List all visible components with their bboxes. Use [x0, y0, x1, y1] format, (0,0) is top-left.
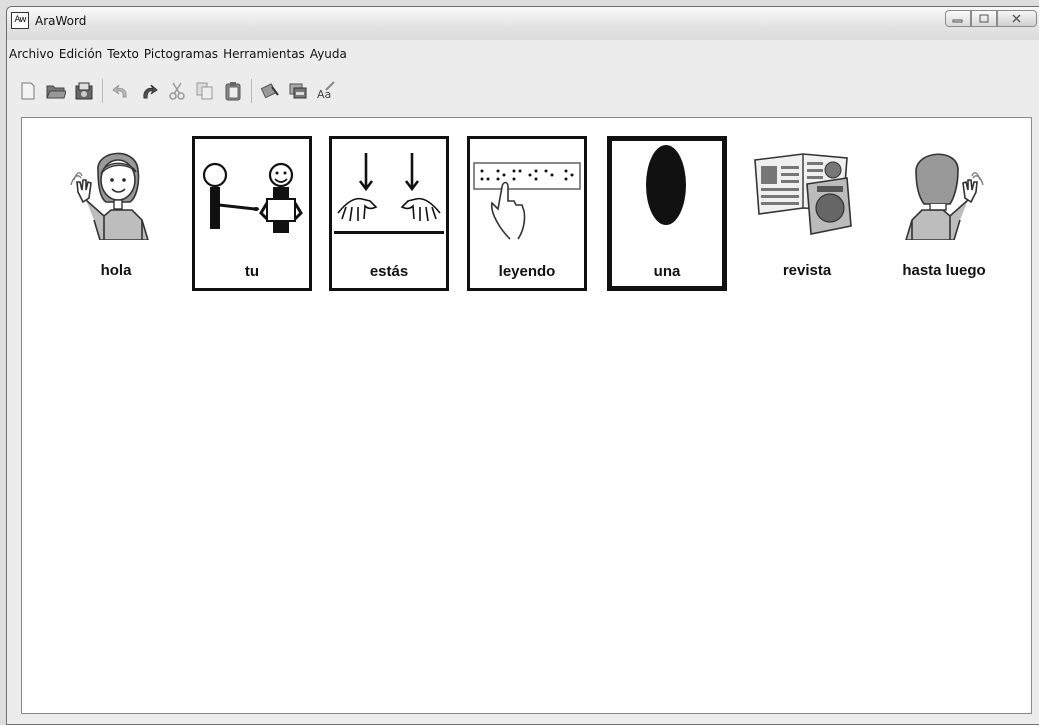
magazine-icon — [754, 153, 852, 235]
hands-down-icon — [334, 153, 444, 234]
close-button[interactable] — [997, 10, 1037, 27]
copy-icon — [196, 82, 213, 100]
save-icon — [75, 82, 93, 100]
pictogram-revista[interactable]: revista — [747, 136, 867, 291]
pictogram-label: hasta luego — [902, 262, 986, 279]
pictogram-hasta-luego[interactable]: hasta luego — [884, 136, 1004, 291]
number-one-icon — [646, 145, 686, 225]
title-bar[interactable]: Aw AraWord — [7, 7, 1039, 40]
menu-pictogramas[interactable]: Pictogramas — [142, 45, 221, 63]
waving-girl-icon — [70, 152, 149, 240]
waving-goodbye-icon — [905, 153, 984, 240]
pictogram-leyendo[interactable]: leyendo — [467, 136, 587, 291]
window-title: AraWord — [35, 14, 87, 28]
new-document-button[interactable] — [17, 80, 39, 102]
menu-ayuda[interactable]: Ayuda — [308, 45, 350, 63]
open-button[interactable] — [45, 80, 67, 102]
app-window: Aw AraWord Archivo Edición Texto Pictogr… — [6, 6, 1039, 725]
pictogram-label: revista — [782, 262, 832, 279]
undo-icon — [112, 84, 127, 98]
braille-reading-icon — [473, 162, 581, 240]
svg-text:Aa: Aa — [317, 88, 331, 101]
open-folder-icon — [46, 85, 66, 99]
minimize-button[interactable] — [945, 10, 971, 27]
save-button[interactable] — [73, 80, 95, 102]
pictogram-tu[interactable]: tu — [192, 136, 312, 291]
menu-texto[interactable]: Texto — [105, 45, 142, 63]
toolbar-separator — [251, 79, 252, 103]
cut-button[interactable] — [166, 80, 188, 102]
pictogram-estas[interactable]: estás — [329, 136, 449, 291]
pictogram-una[interactable]: una — [607, 136, 727, 291]
pictogram-label: una — [653, 263, 681, 280]
pictogram-label: estás — [369, 263, 409, 280]
app-logo-icon: Aw — [11, 12, 29, 29]
pictogram-icon — [260, 83, 279, 99]
text-format-icon: Aa — [317, 81, 335, 101]
pictogram-label: hola — [100, 262, 132, 279]
redo-icon — [143, 84, 158, 99]
pictogram-hola[interactable]: hola — [56, 136, 176, 291]
document-area[interactable]: hola tu estás leyendo una revista hasta … — [21, 117, 1032, 714]
menu-edicion[interactable]: Edición — [57, 45, 105, 63]
pictogram-button[interactable] — [259, 80, 281, 102]
pointing-person-icon — [202, 162, 303, 233]
minimize-icon — [952, 19, 963, 22]
window-controls — [945, 10, 1037, 30]
menu-bar: Archivo Edición Texto Pictogramas Herram… — [7, 45, 1039, 63]
pictogram-label: leyendo — [498, 263, 556, 280]
undo-button[interactable] — [110, 80, 132, 102]
cut-icon — [169, 82, 185, 100]
paste-icon — [225, 82, 241, 101]
maximize-button[interactable] — [971, 10, 997, 27]
paste-button[interactable] — [222, 80, 244, 102]
toolbar: Aa — [17, 77, 343, 105]
pictogram-label: tu — [244, 263, 260, 280]
menu-herramientas[interactable]: Herramientas — [221, 45, 308, 63]
maximize-icon — [979, 14, 989, 22]
new-document-icon — [21, 82, 35, 100]
close-icon — [1012, 14, 1021, 22]
redo-button[interactable] — [138, 80, 160, 102]
image-button[interactable] — [287, 80, 309, 102]
image-icon — [289, 83, 307, 99]
menu-archivo[interactable]: Archivo — [7, 45, 57, 63]
copy-button[interactable] — [194, 80, 216, 102]
toolbar-separator — [102, 79, 103, 103]
text-format-button[interactable]: Aa — [315, 80, 337, 102]
